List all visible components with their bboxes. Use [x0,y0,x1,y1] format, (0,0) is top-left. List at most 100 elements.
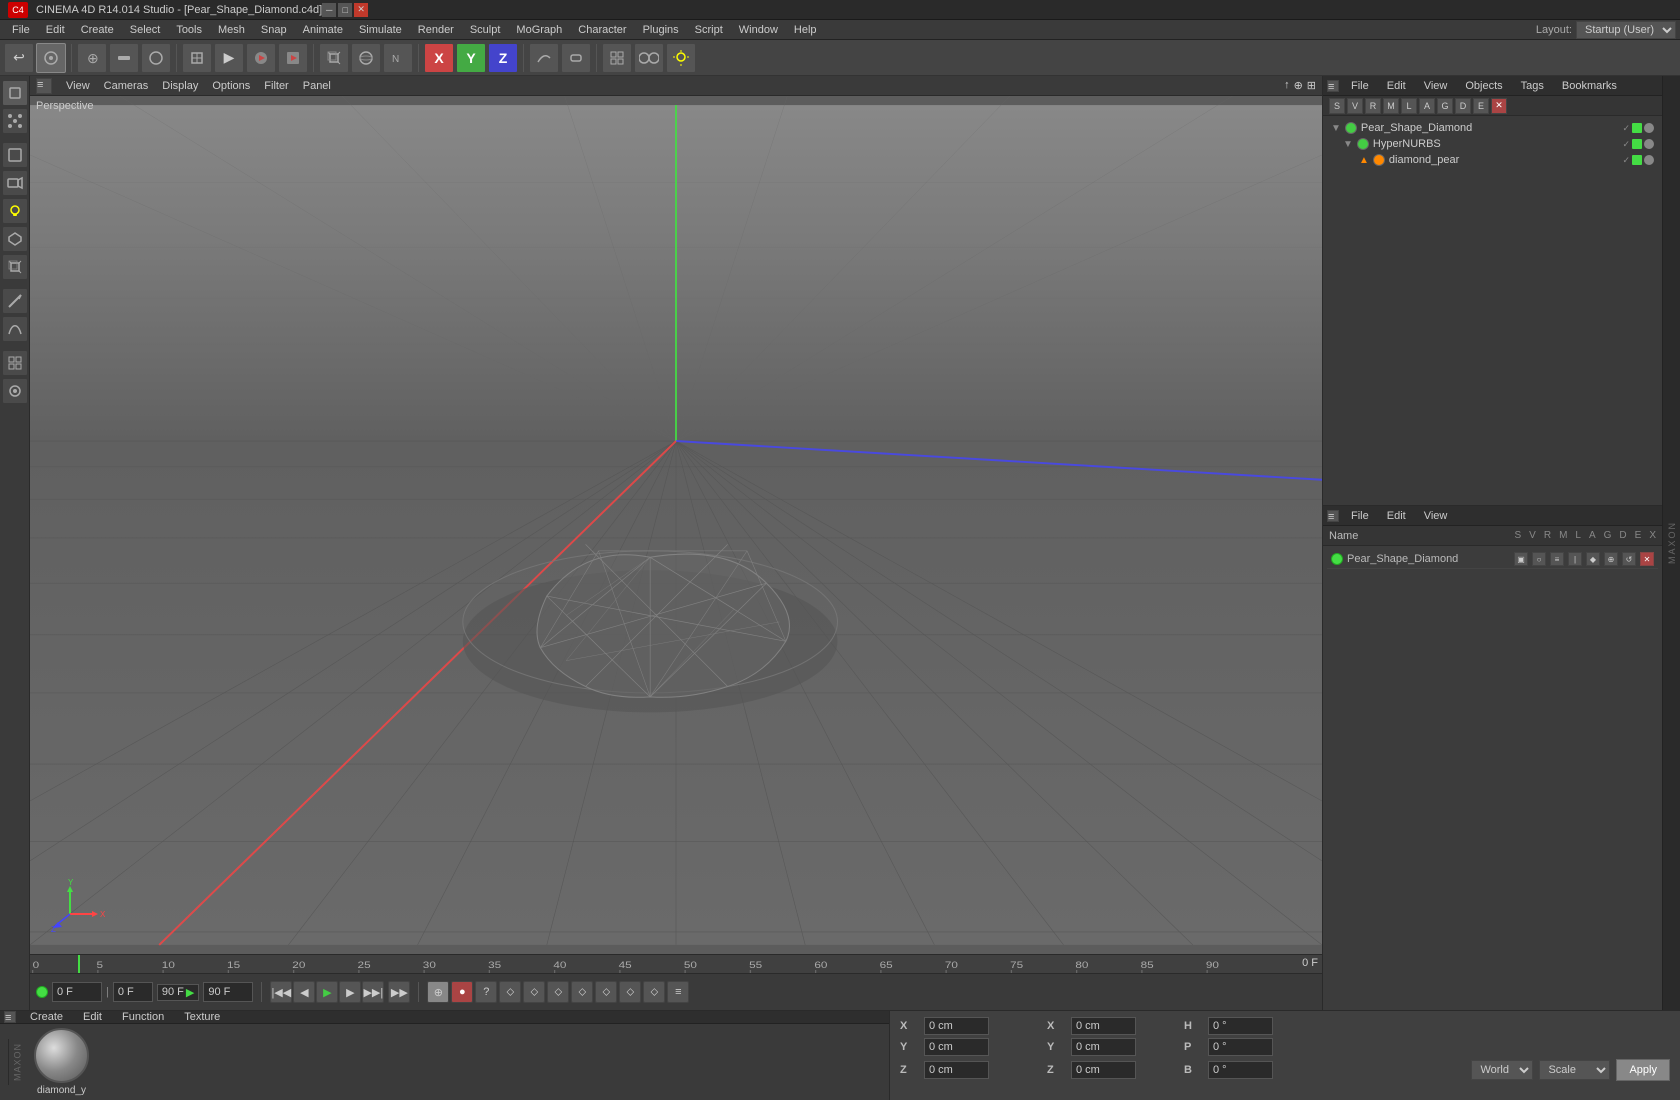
om-icon-btn-1[interactable]: S [1329,98,1345,114]
help-btn[interactable]: ? [475,981,497,1003]
menu-window[interactable]: Window [731,20,786,40]
close-btn[interactable]: ✕ [354,3,368,17]
am-btn-7[interactable]: ↺ [1622,552,1636,566]
menu-animate[interactable]: Animate [295,20,351,40]
om-icon-btn-6[interactable]: A [1419,98,1435,114]
menu-script[interactable]: Script [687,20,731,40]
menu-file[interactable]: File [4,20,38,40]
mat-menu-edit[interactable]: Edit [77,1011,108,1023]
timeline-btn[interactable]: ≡ [667,981,689,1003]
layout-dropdown[interactable]: Startup (User) [1576,21,1676,39]
sidebar-brush-btn[interactable] [2,378,28,404]
keyframe-btn1[interactable]: ⬦ [499,981,521,1003]
menu-select[interactable]: Select [122,20,169,40]
coord-x-field[interactable] [924,1017,989,1035]
sidebar-grid-btn[interactable] [2,350,28,376]
minimize-btn[interactable]: ─ [322,3,336,17]
om-icon-btn-8[interactable]: D [1455,98,1471,114]
menu-mesh[interactable]: Mesh [210,20,253,40]
keyframe-btn2[interactable]: ⬦ [523,981,545,1003]
sidebar-points-btn[interactable] [2,108,28,134]
om-menu-objects[interactable]: Objects [1459,80,1508,92]
om-icon-btn-5[interactable]: L [1401,98,1417,114]
am-btn-1[interactable]: ▣ [1514,552,1528,566]
am-menu-edit[interactable]: Edit [1381,510,1412,522]
viewport-3d[interactable]: Perspective [30,96,1322,954]
coord-b-field[interactable] [1208,1061,1273,1079]
coord-space-dropdown[interactable]: World Object [1471,1060,1533,1080]
keyframe-btn5[interactable]: ⬦ [595,981,617,1003]
menu-create[interactable]: Create [73,20,122,40]
render-view-btn[interactable]: ▶ [214,43,244,73]
om-menu-bookmarks[interactable]: Bookmarks [1556,80,1623,92]
am-menu-file[interactable]: File [1345,510,1375,522]
viewport-menu-display[interactable]: Display [156,80,204,92]
am-menu-icon[interactable]: ≡ [1327,510,1339,522]
Z-btn[interactable]: Z [488,43,518,73]
scale-btn[interactable] [109,43,139,73]
prev-frame-btn[interactable]: ◀ [293,981,315,1003]
mat-menu-create[interactable]: Create [24,1011,69,1023]
viewport-menu-cameras[interactable]: Cameras [98,80,155,92]
restore-btn[interactable]: □ [338,3,352,17]
mat-menu-texture[interactable]: Texture [178,1011,226,1023]
sidebar-knife-btn[interactable] [2,288,28,314]
add-keyframe-btn[interactable]: ⊕ [427,981,449,1003]
sidebar-light-btn[interactable] [2,198,28,224]
am-btn-2[interactable]: ○ [1532,552,1546,566]
om-icon-btn-9[interactable]: E [1473,98,1489,114]
om-menu-view[interactable]: View [1418,80,1454,92]
stereo-btn[interactable] [634,43,664,73]
menu-snap[interactable]: Snap [253,20,295,40]
coord-h-field[interactable] [1208,1017,1273,1035]
vp-icon-3[interactable]: ⊞ [1307,79,1316,92]
sidebar-camera-btn[interactable] [2,170,28,196]
sidebar-spline-btn[interactable] [2,316,28,342]
am-btn-close[interactable]: ✕ [1640,552,1654,566]
am-btn-5[interactable]: ◆ [1586,552,1600,566]
viewport-menu-filter[interactable]: Filter [258,80,294,92]
vp-icon-1[interactable]: ↑ [1284,79,1290,92]
menu-plugins[interactable]: Plugins [635,20,687,40]
viewport-menu-options[interactable]: Options [206,80,256,92]
keyframe-btn6[interactable]: ⬦ [619,981,641,1003]
coord-mode-dropdown[interactable]: Scale Position Rotation [1539,1060,1610,1080]
om-icon-btn-2[interactable]: V [1347,98,1363,114]
mat-item-diamond[interactable]: diamond_y [34,1028,89,1096]
keyframe-btn7[interactable]: ⬦ [643,981,665,1003]
nurbs-btn[interactable]: N [383,43,413,73]
deformer-btn[interactable] [561,43,591,73]
menu-edit[interactable]: Edit [38,20,73,40]
vp-icon-2[interactable]: ⊕ [1294,79,1303,92]
move-btn[interactable]: ⊕ [77,43,107,73]
om-menu-file[interactable]: File [1345,80,1375,92]
coord-y-field[interactable] [924,1038,989,1056]
viewport-menu-icon[interactable]: ≡ [36,78,52,94]
om-item-diamond-pear[interactable]: ▲ diamond_pear ✓ [1327,152,1658,168]
om-menu-tags[interactable]: Tags [1515,80,1550,92]
am-item-pear[interactable]: Pear_Shape_Diamond ▣ ○ ≡ | ◆ ⊕ ↺ ✕ [1327,550,1658,569]
next-frame-btn[interactable]: ▶ [339,981,361,1003]
am-btn-3[interactable]: ≡ [1550,552,1564,566]
record-auto-btn[interactable]: ● [451,981,473,1003]
sidebar-object-btn[interactable] [2,142,28,168]
Y-btn[interactable]: Y [456,43,486,73]
sidebar-poly-btn[interactable] [2,226,28,252]
spline-btn[interactable] [529,43,559,73]
viewport-menu-panel[interactable]: Panel [297,80,337,92]
menu-render[interactable]: Render [410,20,462,40]
live-select-btn[interactable] [36,43,66,73]
end-frame-field[interactable] [203,982,253,1002]
keyframe-btn4[interactable]: ⬦ [571,981,593,1003]
om-icon-btn-4[interactable]: M [1383,98,1399,114]
om-icon-btn-7[interactable]: G [1437,98,1453,114]
go-start-btn[interactable]: |◀◀ [270,981,292,1003]
am-btn-6[interactable]: ⊕ [1604,552,1618,566]
viewport-grid-btn[interactable] [602,43,632,73]
render-to-po-btn[interactable] [278,43,308,73]
om-item-hypernurbs[interactable]: ▼ HyperNURBS ✓ [1327,136,1658,152]
render-scene-btn[interactable] [246,43,276,73]
coord-hz-field[interactable] [1071,1061,1136,1079]
om-menu-icon[interactable]: ≡ [1327,80,1339,92]
menu-mograph[interactable]: MoGraph [508,20,570,40]
